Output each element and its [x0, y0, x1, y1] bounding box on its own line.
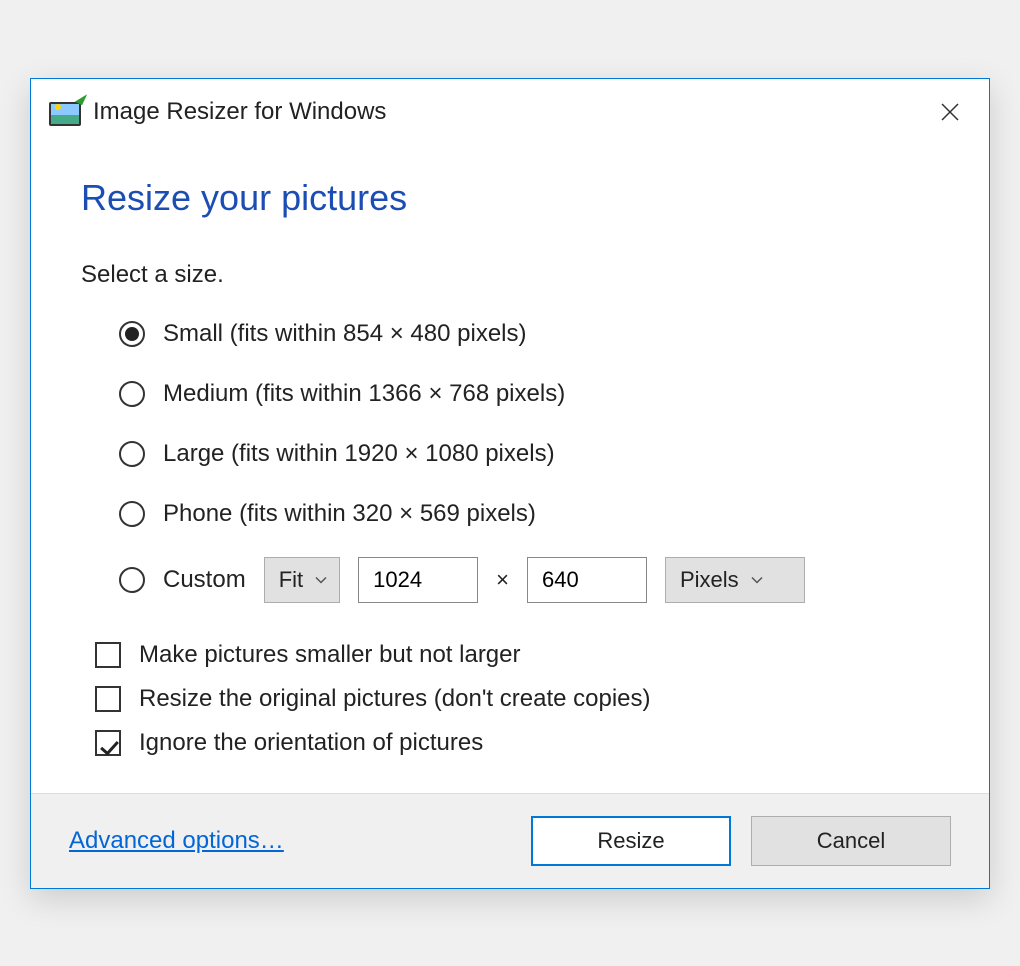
content-area: Resize your pictures Select a size. Smal…: [31, 139, 989, 793]
option-smaller-only[interactable]: Make pictures smaller but not larger: [95, 641, 939, 669]
chevron-down-icon: [315, 576, 327, 584]
size-radio-group: Small (fits within 854 × 480 pixels) Med…: [81, 317, 939, 603]
size-option-custom: Custom Fit × Pixels: [119, 557, 939, 603]
dimension-separator: ×: [496, 567, 509, 593]
close-icon: [940, 102, 960, 122]
radio-small[interactable]: [119, 321, 145, 347]
checkbox-label: Resize the original pictures (don't crea…: [139, 685, 651, 713]
cancel-button[interactable]: Cancel: [751, 816, 951, 866]
titlebar: Image Resizer for Windows: [31, 79, 989, 139]
radio-label: Phone (fits within 320 × 569 pixels): [163, 500, 536, 528]
fit-mode-value: Fit: [279, 567, 303, 593]
unit-value: Pixels: [680, 567, 739, 593]
checkbox-label: Ignore the orientation of pictures: [139, 729, 483, 757]
height-input[interactable]: [527, 557, 647, 603]
option-ignore-orientation[interactable]: Ignore the orientation of pictures: [95, 729, 939, 757]
radio-medium[interactable]: [119, 381, 145, 407]
checkbox-label: Make pictures smaller but not larger: [139, 641, 521, 669]
chevron-down-icon: [751, 576, 763, 584]
fit-mode-select[interactable]: Fit: [264, 557, 340, 603]
close-button[interactable]: [929, 91, 971, 133]
radio-large[interactable]: [119, 441, 145, 467]
resize-button[interactable]: Resize: [531, 816, 731, 866]
size-option-small[interactable]: Small (fits within 854 × 480 pixels): [119, 317, 939, 351]
size-option-medium[interactable]: Medium (fits within 1366 × 768 pixels): [119, 377, 939, 411]
radio-phone[interactable]: [119, 501, 145, 527]
radio-label: Medium (fits within 1366 × 768 pixels): [163, 380, 565, 408]
checkbox-smaller-only[interactable]: [95, 642, 121, 668]
radio-label: Small (fits within 854 × 480 pixels): [163, 320, 527, 348]
size-option-large[interactable]: Large (fits within 1920 × 1080 pixels): [119, 437, 939, 471]
page-heading: Resize your pictures: [81, 177, 939, 219]
option-resize-original[interactable]: Resize the original pictures (don't crea…: [95, 685, 939, 713]
radio-label: Large (fits within 1920 × 1080 pixels): [163, 440, 555, 468]
checkbox-ignore-orientation[interactable]: [95, 730, 121, 756]
size-option-phone[interactable]: Phone (fits within 320 × 569 pixels): [119, 497, 939, 531]
footer: Advanced options… Resize Cancel: [31, 793, 989, 888]
custom-label: Custom: [163, 566, 246, 594]
dialog-window: Image Resizer for Windows Resize your pi…: [30, 78, 990, 889]
width-input[interactable]: [358, 557, 478, 603]
unit-select[interactable]: Pixels: [665, 557, 805, 603]
app-icon: [49, 98, 81, 126]
instruction-text: Select a size.: [81, 261, 939, 289]
options-group: Make pictures smaller but not larger Res…: [81, 641, 939, 757]
radio-custom[interactable]: [119, 567, 145, 593]
window-title: Image Resizer for Windows: [93, 98, 917, 126]
checkbox-resize-original[interactable]: [95, 686, 121, 712]
advanced-options-link[interactable]: Advanced options…: [69, 827, 511, 855]
